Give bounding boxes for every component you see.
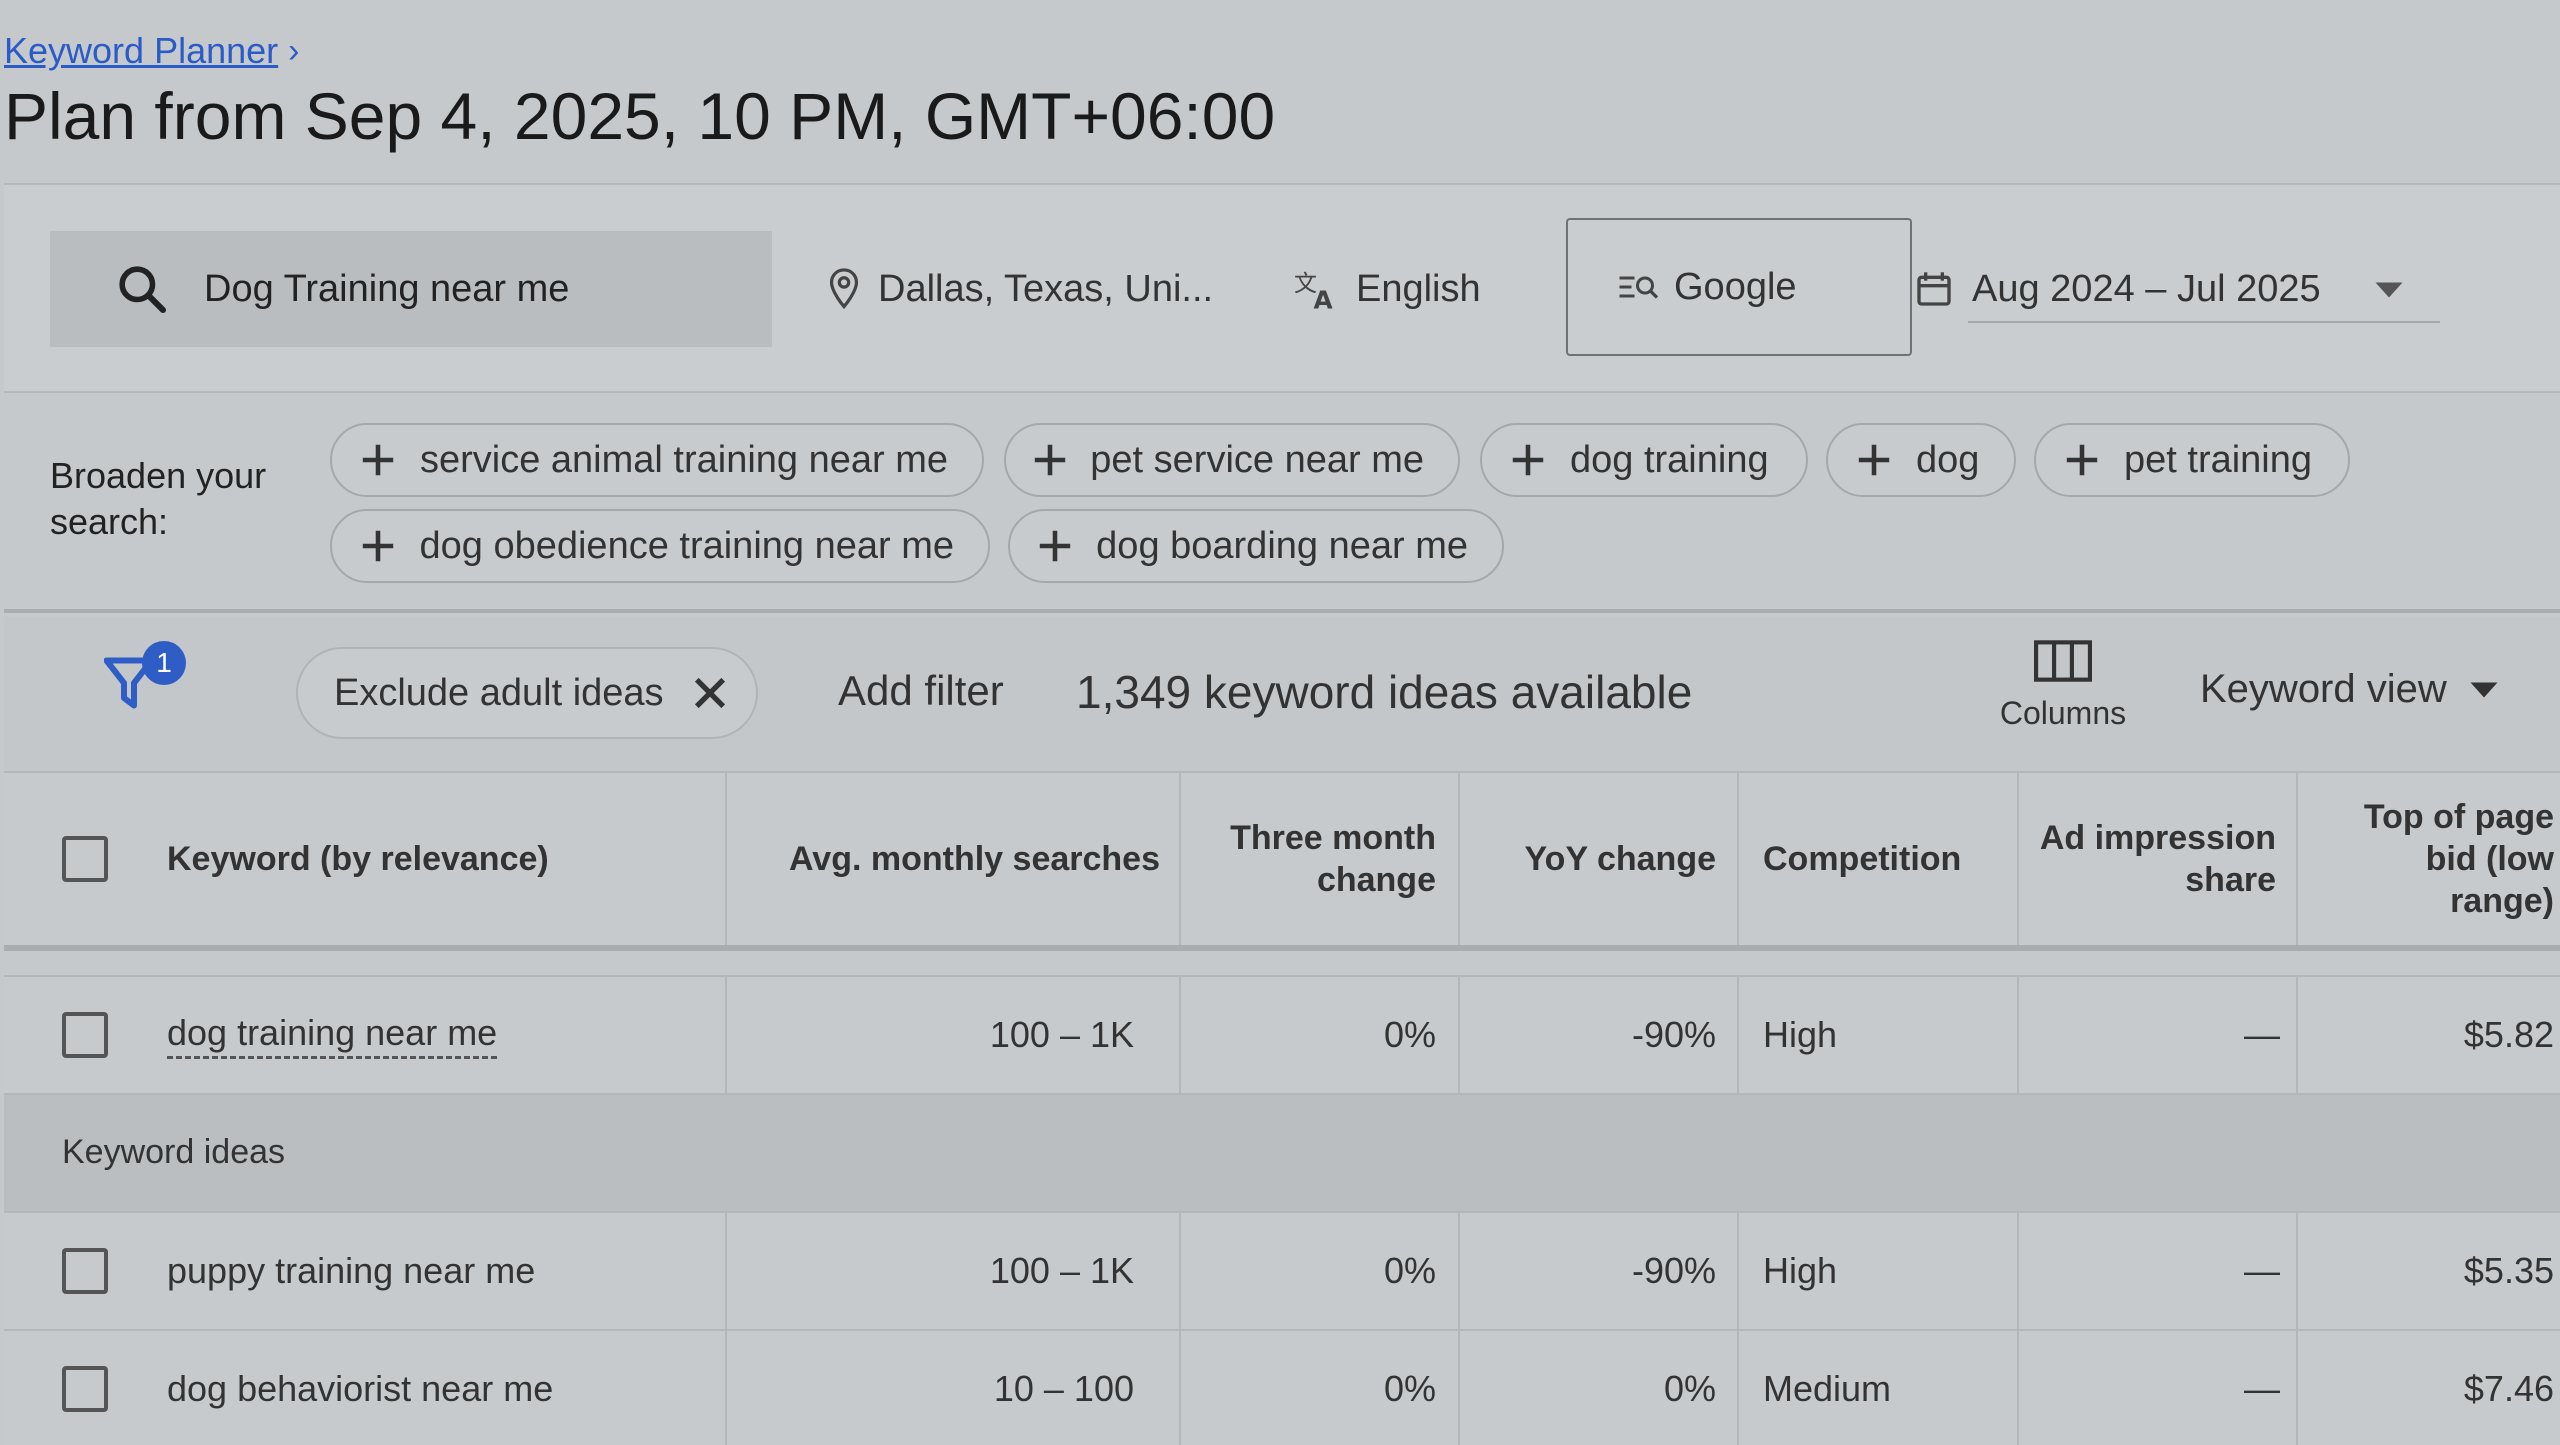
yoy-cell: -90% bbox=[1631, 1014, 1716, 1055]
date-range-label: Aug 2024 – Jul 2025 bbox=[1972, 267, 2321, 310]
page-title: Plan from Sep 4, 2025, 10 PM, GMT+06:00 bbox=[4, 79, 1276, 153]
plus-icon bbox=[346, 441, 410, 479]
row-checkbox[interactable] bbox=[62, 977, 108, 1093]
competition-cell: Medium bbox=[1763, 1368, 1892, 1409]
select-all-checkbox[interactable] bbox=[62, 773, 108, 945]
plus-icon bbox=[2050, 441, 2114, 479]
search-icon bbox=[119, 266, 167, 314]
three-month-cell: 0% bbox=[1383, 1250, 1436, 1291]
competition-cell: High bbox=[1763, 1014, 1838, 1055]
filter-bar: 1 Exclude adult ideas Add filter 1,349 k… bbox=[4, 617, 2560, 773]
network-selector[interactable]: Google bbox=[1566, 218, 1912, 356]
close-icon[interactable] bbox=[688, 671, 732, 715]
location-label: Dallas, Texas, Uni... bbox=[878, 267, 1214, 310]
broaden-chip[interactable]: pet training bbox=[2034, 423, 2350, 497]
avg-monthly-cell: 10 – 100 bbox=[993, 1368, 1134, 1409]
date-range-selector[interactable]: Aug 2024 – Jul 2025 bbox=[1914, 231, 2440, 347]
three-month-cell: 0% bbox=[1383, 1014, 1436, 1055]
keyword-ideas-section: Keyword ideas bbox=[4, 1095, 2560, 1213]
exclude-chip-label: Exclude adult ideas bbox=[334, 671, 664, 714]
header-competition[interactable]: Competition bbox=[1763, 773, 1961, 945]
row-checkbox[interactable] bbox=[62, 1213, 108, 1329]
translate-icon: 文A bbox=[1294, 271, 1333, 311]
yoy-cell: 0% bbox=[1663, 1368, 1716, 1409]
broaden-chip[interactable]: dog obedience training near me bbox=[330, 509, 990, 583]
broaden-chip[interactable]: dog boarding near me bbox=[1008, 509, 1504, 583]
keyword-cell[interactable]: dog training near me bbox=[167, 977, 498, 1093]
keyword-table: Keyword (by relevance) Avg. monthly sear… bbox=[4, 773, 2560, 1445]
table-row: dog training near me 100 – 1K 0% -90% Hi… bbox=[4, 977, 2560, 1095]
broaden-label: Broaden your search: bbox=[50, 455, 267, 542]
competition-cell: High bbox=[1763, 1250, 1838, 1291]
header-ad-impression-share[interactable]: Ad impression share bbox=[2024, 773, 2276, 945]
location-selector[interactable]: Dallas, Texas, Uni... bbox=[826, 231, 1213, 347]
header-keyword[interactable]: Keyword (by relevance) bbox=[167, 773, 549, 945]
yoy-cell: -90% bbox=[1631, 1250, 1716, 1291]
keyword-search-input[interactable]: Dog Training near me bbox=[50, 231, 772, 347]
ad-share-cell: — bbox=[2244, 1368, 2280, 1409]
ad-share-cell: — bbox=[2244, 1014, 2280, 1055]
avg-monthly-cell: 100 – 1K bbox=[989, 1014, 1134, 1055]
breadcrumb: Keyword Planner › bbox=[4, 30, 299, 72]
table-row: puppy training near me 100 – 1K 0% -90% … bbox=[4, 1213, 2560, 1331]
ad-share-cell: — bbox=[2244, 1250, 2280, 1291]
bid-cell: $7.46 bbox=[2463, 1368, 2554, 1409]
add-filter-button[interactable]: Add filter bbox=[838, 667, 1004, 715]
columns-icon bbox=[2034, 640, 2092, 682]
calendar-icon bbox=[1917, 272, 1951, 306]
plus-icon bbox=[346, 527, 410, 565]
table-header: Keyword (by relevance) Avg. monthly sear… bbox=[4, 773, 2560, 951]
header-three-month-change[interactable]: Three month change bbox=[1184, 773, 1436, 945]
keyword-view-dropdown[interactable]: Keyword view bbox=[2200, 667, 2499, 712]
table-spacer bbox=[4, 951, 2560, 977]
dropdown-arrow-icon bbox=[2470, 682, 2498, 697]
location-pin-icon bbox=[829, 268, 859, 310]
broaden-chip[interactable]: service animal training near me bbox=[330, 423, 984, 497]
keyword-cell[interactable]: dog behaviorist near me bbox=[167, 1331, 553, 1445]
columns-label: Columns bbox=[1999, 695, 2127, 731]
broaden-chip[interactable]: dog training bbox=[1480, 423, 1808, 497]
header-top-of-page-bid-low[interactable]: Top of page bid (low range) bbox=[2304, 773, 2554, 945]
header-yoy-change[interactable]: YoY change bbox=[1464, 773, 1716, 945]
chevron-right-icon: › bbox=[288, 31, 300, 70]
keyword-cell[interactable]: puppy training near me bbox=[167, 1213, 535, 1329]
broaden-search-section: Broaden your search: service animal trai… bbox=[4, 395, 2560, 613]
plus-icon bbox=[1496, 441, 1560, 479]
search-network-icon bbox=[1619, 276, 1659, 299]
plan-settings-bar: Dog Training near me Dallas, Texas, Uni.… bbox=[4, 183, 2560, 393]
plus-icon bbox=[1020, 441, 1080, 479]
three-month-cell: 0% bbox=[1383, 1368, 1436, 1409]
broaden-chip[interactable]: dog bbox=[1826, 423, 2016, 497]
columns-button[interactable]: Columns bbox=[1988, 639, 2138, 732]
bid-cell: $5.35 bbox=[2463, 1250, 2554, 1291]
filter-count-badge: 1 bbox=[142, 641, 186, 685]
language-selector[interactable]: 文A English bbox=[1294, 231, 1481, 347]
keyword-view-label: Keyword view bbox=[2200, 667, 2447, 711]
plus-icon bbox=[1024, 527, 1086, 565]
network-label: Google bbox=[1674, 265, 1797, 308]
dropdown-arrow-icon bbox=[2375, 282, 2403, 298]
ideas-available-count: 1,349 keyword ideas available bbox=[1076, 666, 1693, 718]
header-avg-monthly-searches[interactable]: Avg. monthly searches bbox=[734, 773, 1160, 945]
row-checkbox[interactable] bbox=[62, 1331, 108, 1445]
plus-icon bbox=[1842, 441, 1906, 479]
table-row: dog behaviorist near me 10 – 100 0% 0% M… bbox=[4, 1331, 2560, 1445]
exclude-adult-ideas-chip[interactable]: Exclude adult ideas bbox=[296, 647, 758, 739]
avg-monthly-cell: 100 – 1K bbox=[989, 1250, 1134, 1291]
date-range-underline bbox=[1968, 321, 2440, 323]
broaden-chip[interactable]: pet service near me bbox=[1004, 423, 1460, 497]
breadcrumb-keyword-planner-link[interactable]: Keyword Planner bbox=[4, 30, 278, 72]
search-value: Dog Training near me bbox=[204, 267, 570, 310]
bid-cell: $5.82 bbox=[2463, 1014, 2554, 1055]
section-label: Keyword ideas bbox=[62, 1133, 286, 1171]
svg-text:A: A bbox=[1313, 285, 1333, 311]
language-label: English bbox=[1356, 267, 1481, 310]
